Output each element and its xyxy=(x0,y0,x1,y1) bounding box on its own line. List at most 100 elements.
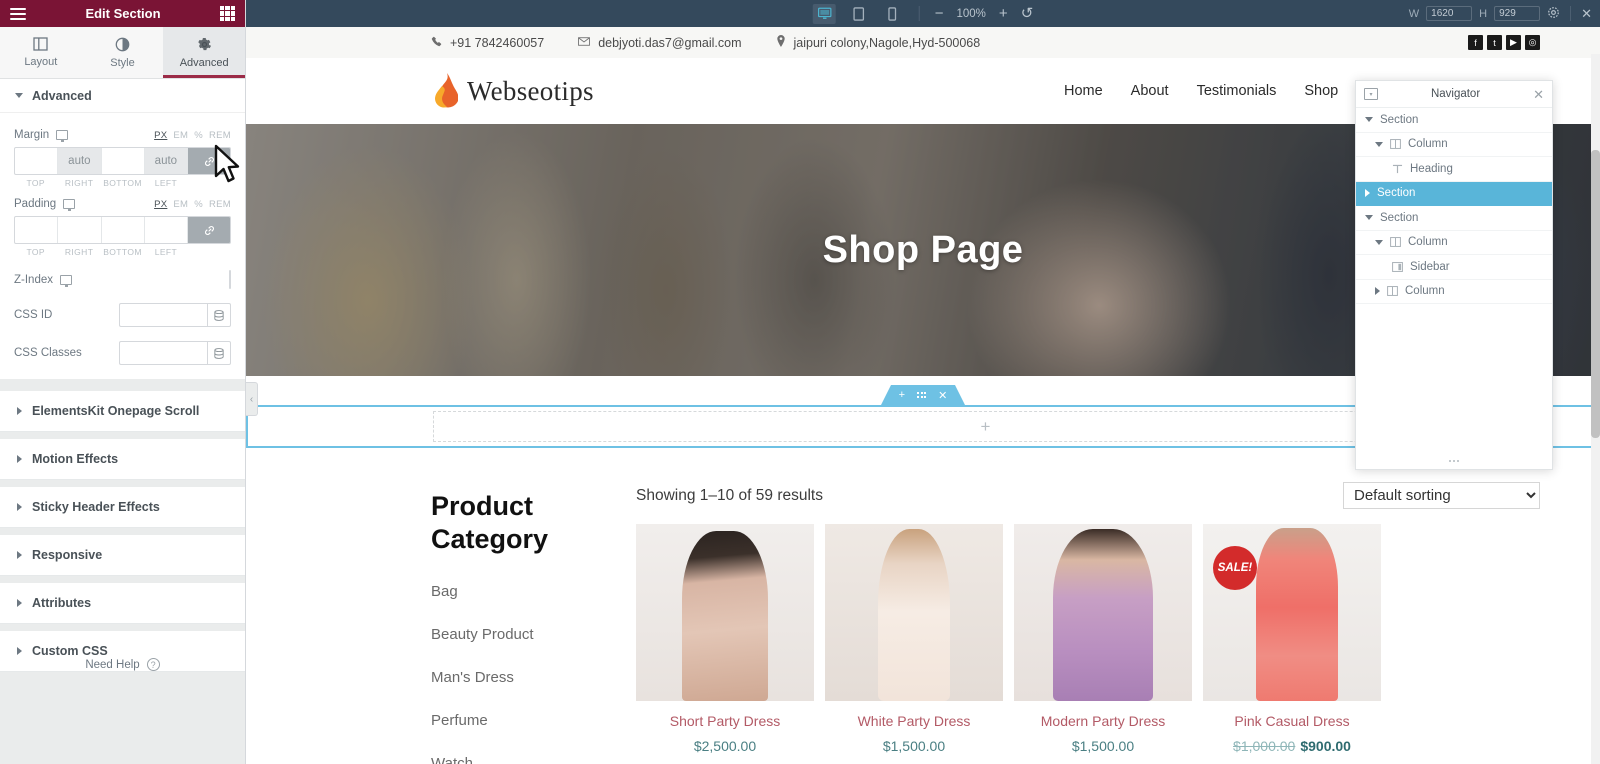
section-handle-toolbar[interactable]: + ✕ xyxy=(881,385,965,405)
margin-link-icon[interactable] xyxy=(188,148,230,174)
page-scrollbar-track[interactable] xyxy=(1591,54,1600,764)
product-card[interactable]: Short Party Dress $2,500.00 xyxy=(636,524,814,754)
product-title[interactable]: Pink Casual Dress xyxy=(1203,713,1381,729)
plus-icon[interactable]: + xyxy=(899,389,905,401)
drag-dots-icon[interactable] xyxy=(917,392,927,398)
hamburger-icon[interactable] xyxy=(10,7,26,20)
product-image[interactable] xyxy=(825,524,1003,701)
css-id-input[interactable] xyxy=(119,303,207,327)
category-item-mans-dress[interactable]: Man's Dress xyxy=(431,656,636,699)
accordion-attributes[interactable]: Attributes xyxy=(0,583,245,624)
margin-right-input[interactable]: auto xyxy=(58,148,102,174)
mobile-icon[interactable] xyxy=(881,4,904,24)
close-icon[interactable]: ✕ xyxy=(1581,6,1592,22)
menu-item-about[interactable]: About xyxy=(1131,83,1169,99)
navigator-resize-grip[interactable] xyxy=(1356,453,1552,469)
contact-email[interactable]: debjyoti.das7@gmail.com xyxy=(578,36,742,50)
chevron-down-icon[interactable] xyxy=(1375,141,1383,147)
accordion-responsive[interactable]: Responsive xyxy=(0,535,245,576)
desktop-icon[interactable] xyxy=(812,3,836,24)
category-item-watch[interactable]: Watch xyxy=(431,742,636,764)
navigator-row-column[interactable]: Column xyxy=(1356,231,1552,255)
width-input[interactable]: 1620 xyxy=(1426,6,1473,21)
instagram-icon[interactable]: ◎ xyxy=(1525,35,1540,50)
padding-bottom-input[interactable] xyxy=(102,217,145,243)
zoom-out-button[interactable]: − xyxy=(935,6,944,21)
menu-item-shop[interactable]: Shop xyxy=(1304,83,1338,99)
padding-left-input[interactable] xyxy=(145,217,188,243)
height-input[interactable]: 929 xyxy=(1494,6,1541,21)
margin-left-input[interactable]: auto xyxy=(144,148,188,174)
product-title[interactable]: Modern Party Dress xyxy=(1014,713,1192,729)
close-icon[interactable]: ✕ xyxy=(1533,88,1544,101)
twitter-icon[interactable]: t xyxy=(1487,35,1502,50)
margin-top-input[interactable] xyxy=(15,148,59,174)
padding-right-input[interactable] xyxy=(58,217,102,243)
margin-unit-rem[interactable]: REM xyxy=(209,130,231,141)
tab-advanced[interactable]: Advanced xyxy=(163,27,245,78)
css-classes-input[interactable] xyxy=(119,341,207,365)
navigator-row-section-selected[interactable]: Section xyxy=(1356,181,1552,206)
gear-icon[interactable] xyxy=(1547,6,1560,22)
facebook-icon[interactable]: f xyxy=(1468,35,1483,50)
navigator-row-column[interactable]: Column xyxy=(1356,133,1552,157)
category-item-bag[interactable]: Bag xyxy=(431,570,636,613)
navigator-row-heading[interactable]: Heading xyxy=(1356,157,1552,182)
tab-style[interactable]: Style xyxy=(81,27,164,78)
category-item-beauty-product[interactable]: Beauty Product xyxy=(431,613,636,656)
zoom-in-button[interactable]: + xyxy=(999,6,1008,21)
chevron-down-icon[interactable] xyxy=(1365,215,1373,221)
padding-unit-px[interactable]: PX xyxy=(154,199,167,210)
database-icon[interactable] xyxy=(207,341,231,365)
chevron-down-icon[interactable] xyxy=(1365,117,1373,123)
product-card[interactable]: Modern Party Dress $1,500.00 xyxy=(1014,524,1192,754)
desktop-device-icon[interactable] xyxy=(56,130,69,142)
menu-item-home[interactable]: Home xyxy=(1064,83,1103,99)
category-item-perfume[interactable]: Perfume xyxy=(431,699,636,742)
need-help[interactable]: Need Help ? xyxy=(0,658,245,671)
product-image[interactable]: SALE! xyxy=(1203,524,1381,701)
menu-item-testimonials[interactable]: Testimonials xyxy=(1197,83,1277,99)
margin-bottom-input[interactable] xyxy=(102,148,145,174)
tablet-icon[interactable] xyxy=(847,4,870,24)
panel-collapse-button[interactable]: ‹ xyxy=(246,382,258,416)
youtube-icon[interactable]: ▶ xyxy=(1506,35,1521,50)
site-logo[interactable]: Webseotips xyxy=(431,73,594,109)
margin-unit-px[interactable]: PX xyxy=(154,130,167,141)
accordion-motion-effects[interactable]: Motion Effects xyxy=(0,439,245,480)
navigator-row-section[interactable]: Section xyxy=(1356,206,1552,231)
padding-link-icon[interactable] xyxy=(188,217,230,243)
product-image[interactable] xyxy=(636,524,814,701)
chevron-right-icon[interactable] xyxy=(1365,189,1370,198)
product-title[interactable]: White Party Dress xyxy=(825,713,1003,729)
desktop-device-icon[interactable] xyxy=(60,275,72,287)
accordion-elementskit-onepage-scroll[interactable]: ElementsKit Onepage Scroll xyxy=(0,391,245,432)
contact-phone[interactable]: +91 7842460057 xyxy=(431,36,544,50)
product-image[interactable] xyxy=(1014,524,1192,701)
page-scrollbar-thumb[interactable] xyxy=(1591,150,1600,438)
contact-address[interactable]: jaipuri colony,Nagole,Hyd-500068 xyxy=(776,35,980,50)
padding-top-input[interactable] xyxy=(15,217,59,243)
tab-layout[interactable]: Layout xyxy=(0,27,82,78)
product-title[interactable]: Short Party Dress xyxy=(636,713,814,729)
z-index-input[interactable] xyxy=(229,270,231,289)
margin-unit-em[interactable]: EM xyxy=(173,130,188,141)
advanced-section-header[interactable]: Advanced xyxy=(0,79,245,113)
padding-unit-em[interactable]: EM xyxy=(173,199,188,210)
plus-icon[interactable]: + xyxy=(981,417,991,437)
margin-unit-pct[interactable]: % xyxy=(194,130,203,141)
padding-unit-rem[interactable]: REM xyxy=(209,199,231,210)
chevron-right-icon[interactable] xyxy=(1375,287,1380,296)
sorting-select[interactable]: Default sorting Sort by popularity Sort … xyxy=(1343,482,1540,509)
accordion-sticky-header-effects[interactable]: Sticky Header Effects xyxy=(0,487,245,528)
navigator-toggle-icon[interactable]: ▾ xyxy=(1364,88,1378,100)
navigator-row-section[interactable]: Section xyxy=(1356,108,1552,133)
desktop-device-icon[interactable] xyxy=(63,199,76,211)
reset-icon[interactable]: ↺ xyxy=(1021,6,1034,21)
navigator-row-column[interactable]: Column xyxy=(1356,280,1552,304)
close-icon[interactable]: ✕ xyxy=(938,389,947,402)
database-icon[interactable] xyxy=(207,303,231,327)
product-card[interactable]: White Party Dress $1,500.00 xyxy=(825,524,1003,754)
product-card[interactable]: SALE! Pink Casual Dress $1,000.00 $900.00 xyxy=(1203,524,1381,754)
padding-unit-pct[interactable]: % xyxy=(194,199,203,210)
